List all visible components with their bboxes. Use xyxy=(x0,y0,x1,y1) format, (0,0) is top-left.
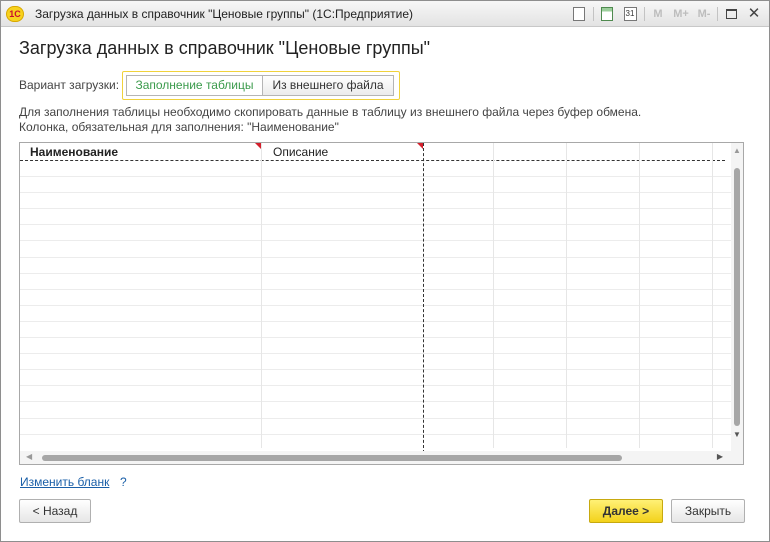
scroll-up-icon[interactable]: ▲ xyxy=(733,146,741,155)
grid-column-line xyxy=(639,143,640,448)
change-form-link[interactable]: Изменить бланк xyxy=(20,475,109,489)
memory-minus-icon[interactable]: M- xyxy=(694,5,714,23)
table-row[interactable] xyxy=(20,208,733,210)
memory-plus-icon[interactable]: M+ xyxy=(671,5,691,23)
header-divider xyxy=(20,160,725,161)
table-row[interactable] xyxy=(20,256,733,258)
table-row[interactable] xyxy=(20,337,733,338)
column-boundary-marker xyxy=(423,143,424,453)
variant-toggle-group: Заполнение таблицы Из внешнего файла xyxy=(122,71,400,100)
table-row[interactable] xyxy=(20,272,733,274)
maximize-icon[interactable] xyxy=(723,5,739,23)
info-text: Для заполнения таблицы необходимо скопир… xyxy=(19,105,641,135)
variant-option-external-file[interactable]: Из внешнего файла xyxy=(263,75,394,96)
titlebar-separator xyxy=(644,7,645,21)
vertical-scroll-thumb[interactable] xyxy=(734,168,740,426)
dialog-window: 1С Загрузка данных в справочник "Ценовые… xyxy=(0,0,770,542)
titlebar-separator xyxy=(593,7,594,21)
table-row[interactable] xyxy=(20,288,733,290)
page-title: Загрузка данных в справочник "Ценовые гр… xyxy=(19,38,431,58)
grid-column-line xyxy=(566,143,567,448)
table-row[interactable] xyxy=(20,433,733,435)
scroll-right-icon[interactable]: ▶ xyxy=(717,452,723,461)
table-row[interactable] xyxy=(20,192,733,194)
variant-label: Вариант загрузки: xyxy=(19,78,120,92)
variant-option-fill-table[interactable]: Заполнение таблицы xyxy=(126,75,263,96)
grid-column-line xyxy=(493,143,494,448)
horizontal-scroll-thumb[interactable] xyxy=(42,455,622,461)
horizontal-scrollbar[interactable]: ◀ ▶ xyxy=(20,451,743,464)
table-row[interactable] xyxy=(20,320,733,322)
info-line-2: Колонка, обязательная для заполнения: "Н… xyxy=(19,120,339,134)
scroll-left-icon[interactable]: ◀ xyxy=(26,452,32,461)
table-row[interactable] xyxy=(20,176,733,177)
vertical-scrollbar[interactable]: ▲ ▼ xyxy=(731,143,743,452)
table-row[interactable] xyxy=(20,240,733,242)
close-icon[interactable]: ✕ xyxy=(746,5,762,23)
table-row[interactable] xyxy=(20,385,733,387)
titlebar-separator xyxy=(717,7,718,21)
back-button[interactable]: < Назад xyxy=(19,499,91,523)
table-row[interactable] xyxy=(20,304,733,306)
grid-column-line xyxy=(261,143,262,448)
app-logo-icon[interactable]: 1С xyxy=(6,6,24,22)
table-row[interactable] xyxy=(20,417,733,419)
calculator-icon[interactable] xyxy=(599,5,615,23)
table-row[interactable] xyxy=(20,401,733,403)
next-button[interactable]: Далее > xyxy=(589,499,663,523)
grid-column-line xyxy=(712,143,713,448)
table-row[interactable] xyxy=(20,369,733,371)
title-bar: 1С Загрузка данных в справочник "Ценовые… xyxy=(1,1,769,27)
scroll-down-icon[interactable]: ▼ xyxy=(733,430,741,439)
table-row[interactable] xyxy=(20,353,733,355)
info-line-1: Для заполнения таблицы необходимо скопир… xyxy=(19,105,642,119)
column-header-description[interactable]: Описание xyxy=(273,143,328,161)
print-document-icon[interactable] xyxy=(571,5,587,23)
table-row[interactable] xyxy=(20,224,733,226)
memory-m-icon[interactable]: M xyxy=(651,5,665,23)
window-title: Загрузка данных в справочник "Ценовые гр… xyxy=(35,7,413,21)
column-header-name[interactable]: Наименование xyxy=(30,143,118,161)
data-table[interactable]: Наименование Описание ▲ ▼ ◀ ▶ xyxy=(19,142,744,465)
help-icon[interactable]: ? xyxy=(120,475,127,489)
calendar-icon[interactable]: 31 xyxy=(622,5,638,23)
close-button[interactable]: Закрыть xyxy=(671,499,745,523)
